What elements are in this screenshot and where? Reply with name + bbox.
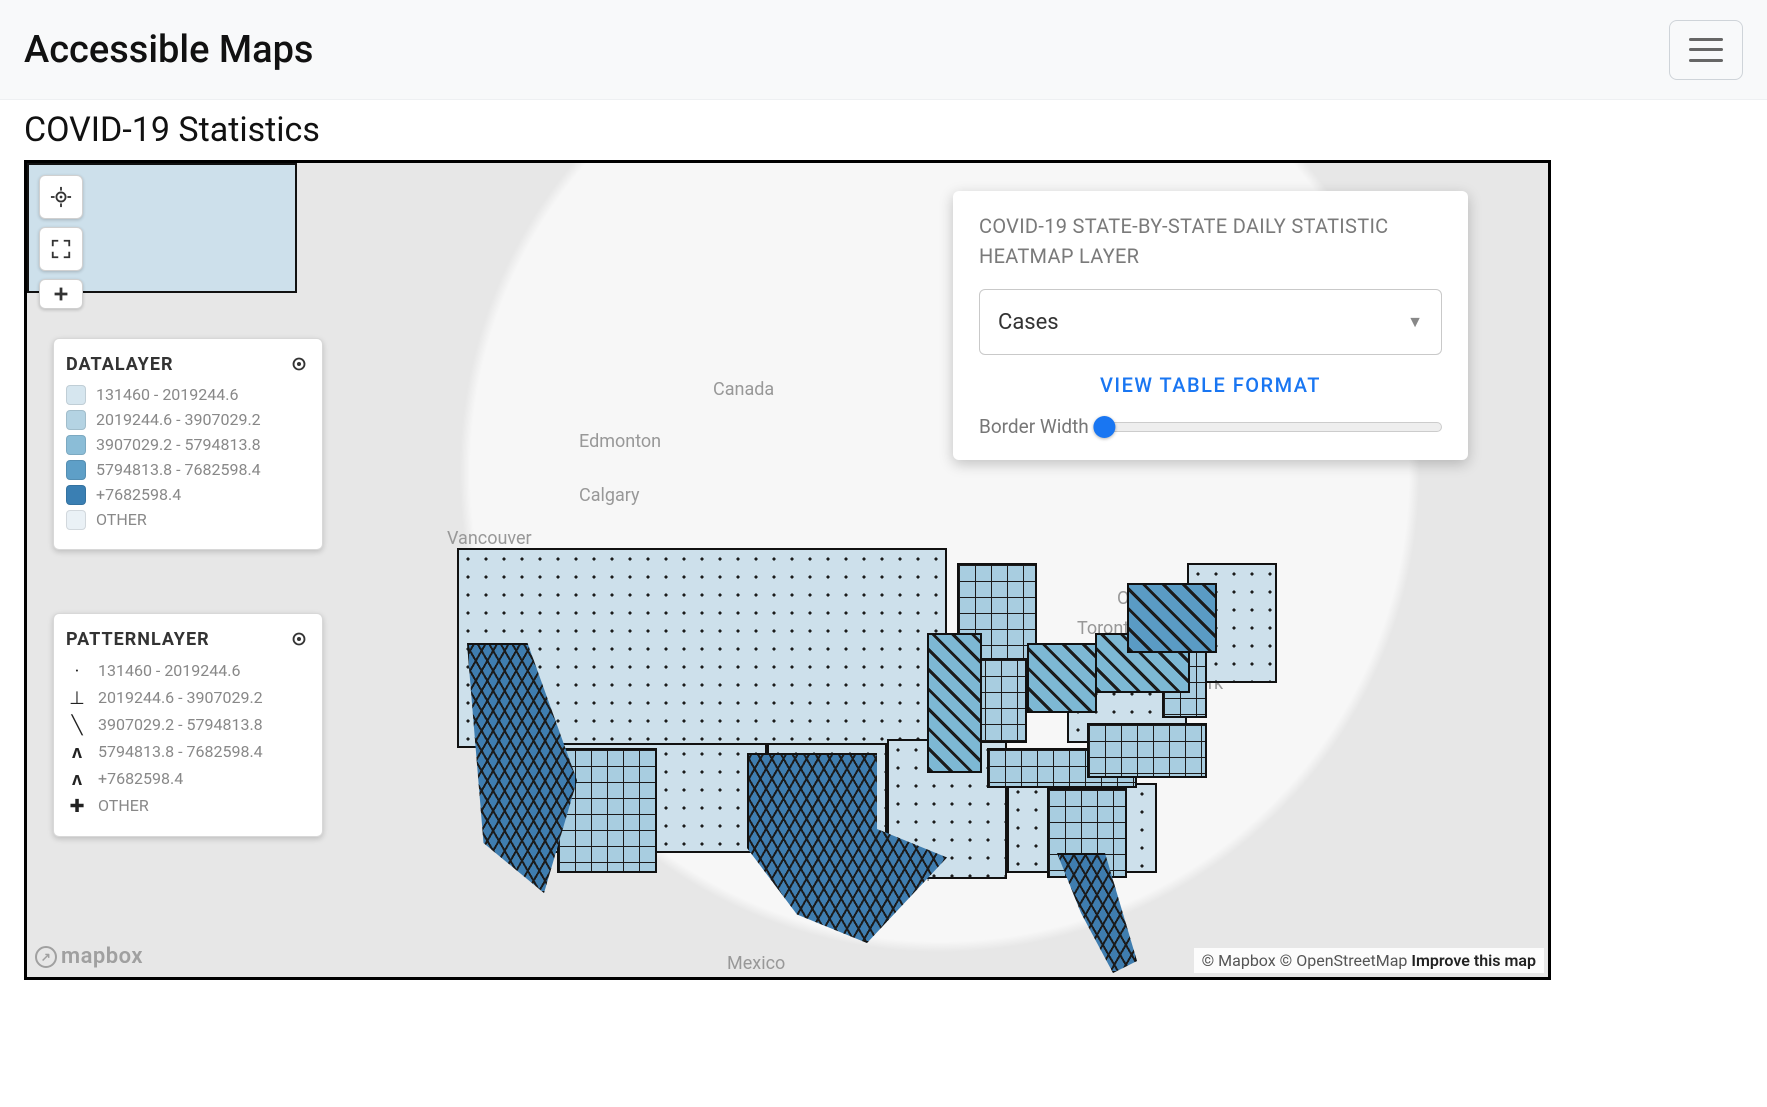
legend-row-label: 131460 - 2019244.6: [98, 661, 240, 680]
slider-label: Border Width: [979, 415, 1089, 438]
hamburger-icon: [1689, 38, 1723, 62]
swatch-other: [66, 510, 86, 530]
legend-row-label: 5794813.8 - 7682598.4: [98, 742, 263, 761]
legend-row-label: OTHER: [96, 510, 147, 529]
border-width-slider-row: Border Width: [979, 415, 1442, 438]
chevron-down-icon: ▼: [1407, 312, 1423, 332]
legend-patternlayer-title: PATTERNLAYER: [66, 629, 210, 650]
map-attribution: © Mapbox © OpenStreetMap Improve this ma…: [1194, 948, 1544, 973]
label-calgary: Calgary: [579, 485, 640, 506]
pattern-glyph: ⊥: [66, 687, 88, 709]
state-il: [927, 633, 982, 773]
label-vancouver: Vancouver: [447, 528, 532, 549]
legend-row-label: OTHER: [98, 796, 149, 815]
attrib-mapbox[interactable]: © Mapbox: [1202, 951, 1276, 970]
swatch-1: [66, 385, 86, 405]
pattern-glyph: ʌ: [66, 741, 88, 763]
swatch-3: [66, 435, 86, 455]
locate-button[interactable]: [39, 175, 83, 219]
fullscreen-button[interactable]: [39, 227, 83, 271]
legend-patternlayer: PATTERNLAYER · 131460 - 2019244.6 ⊥ 201924…: [53, 613, 323, 837]
pattern-glyph: ✚: [66, 795, 88, 817]
page-title: COVID-19 Statistics: [0, 100, 1767, 160]
statistic-select-value: Cases: [998, 310, 1059, 335]
legend-row-label: +7682598.4: [98, 769, 183, 788]
label-mexico: Mexico: [727, 953, 785, 974]
swatch-2: [66, 410, 86, 430]
legend-row-label: 3907029.2 - 5794813.8: [98, 715, 263, 734]
app-title: Accessible Maps: [24, 28, 314, 72]
legend-row-label: 3907029.2 - 5794813.8: [96, 435, 261, 454]
pattern-glyph: ╲: [66, 714, 88, 736]
label-canada: Canada: [713, 379, 774, 400]
legend-row-label: 5794813.8 - 7682598.4: [96, 460, 261, 479]
crosshair-icon: [50, 186, 72, 208]
pattern-glyph: ʌ: [66, 768, 88, 790]
statistic-select[interactable]: Cases ▼: [979, 289, 1442, 355]
menu-button[interactable]: [1669, 20, 1743, 80]
improve-map-link[interactable]: Improve this map: [1411, 951, 1536, 970]
pattern-glyph: ·: [66, 660, 88, 682]
map-controls: [39, 175, 83, 309]
swatch-5: [66, 485, 86, 505]
zoom-in-button[interactable]: [39, 279, 83, 309]
view-table-link[interactable]: VIEW TABLE FORMAT: [979, 373, 1442, 397]
legend-row-label: +7682598.4: [96, 485, 181, 504]
top-bar: Accessible Maps: [0, 0, 1767, 100]
attrib-osm[interactable]: © OpenStreetMap: [1280, 951, 1408, 970]
expand-icon: [50, 238, 72, 260]
legend-row-label: 131460 - 2019244.6: [96, 385, 238, 404]
mapbox-logo[interactable]: ↗ mapbox: [35, 944, 143, 969]
state-oh: [1027, 643, 1097, 713]
layer-card-title: COVID-19 STATE-BY-STATE DAILY STATISTIC …: [979, 211, 1442, 271]
legend-row-label: 2019244.6 - 3907029.2: [96, 410, 261, 429]
map-container[interactable]: Canada Edmonton Calgary Vancouver United…: [24, 160, 1551, 980]
layer-card: COVID-19 STATE-BY-STATE DAILY STATISTIC …: [953, 191, 1468, 460]
legend-datalayer: DATALAYER 131460 - 2019244.6 2019244.6 -…: [53, 338, 323, 550]
mapbox-icon: ↗: [35, 946, 57, 968]
mapbox-logo-text: mapbox: [61, 944, 143, 969]
state-nc: [1087, 723, 1207, 778]
visibility-toggle-icon[interactable]: [288, 628, 310, 650]
visibility-toggle-icon[interactable]: [288, 353, 310, 375]
state-ny: [1127, 583, 1217, 653]
label-edmonton: Edmonton: [579, 431, 661, 452]
plus-icon: [50, 283, 72, 305]
border-width-slider[interactable]: [1099, 422, 1442, 432]
swatch-4: [66, 460, 86, 480]
legend-datalayer-title: DATALAYER: [66, 354, 173, 375]
slider-thumb[interactable]: [1093, 416, 1115, 438]
legend-row-label: 2019244.6 - 3907029.2: [98, 688, 263, 707]
